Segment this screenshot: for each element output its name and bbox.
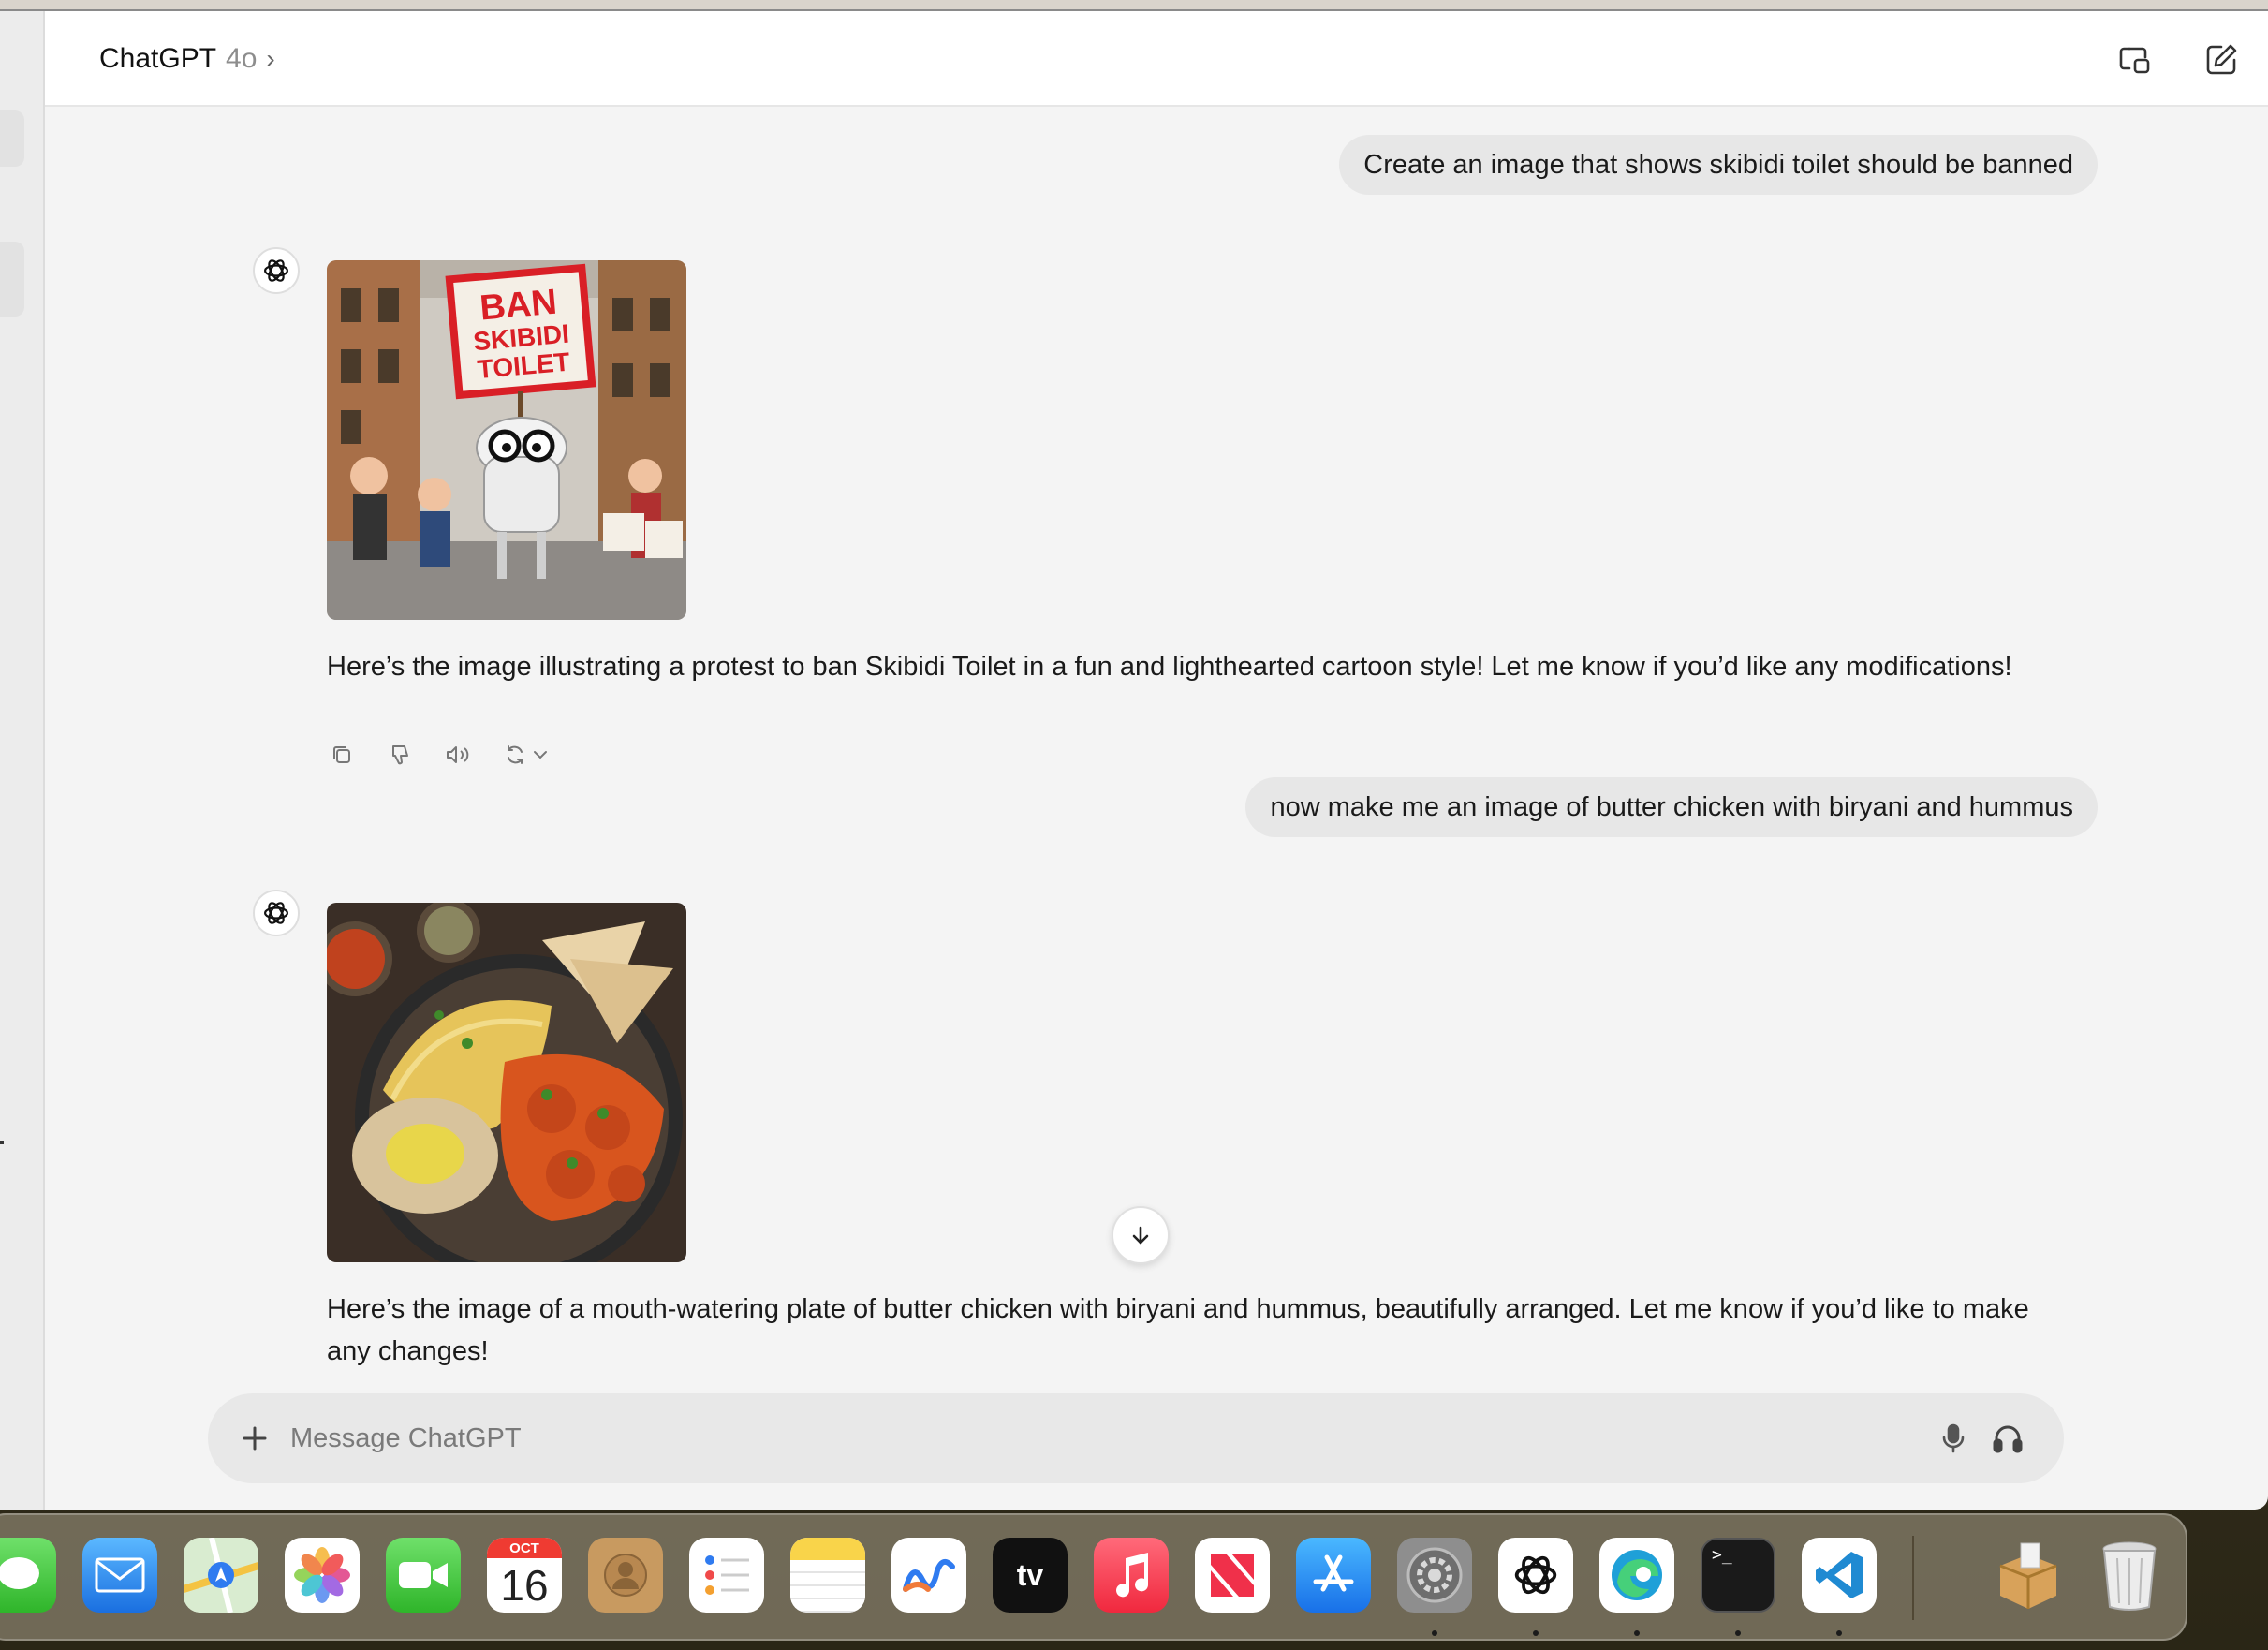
new-chat-icon[interactable] <box>2201 39 2242 81</box>
plus-icon[interactable] <box>234 1418 275 1459</box>
copy-icon[interactable] <box>327 740 357 770</box>
user-message: Create an image that shows skibidi toile… <box>1339 135 2098 195</box>
calendar-day: 16 <box>500 1561 549 1610</box>
dock-freeform-icon[interactable] <box>891 1538 966 1613</box>
chevron-down-icon <box>534 751 547 759</box>
assistant-message-text: Here’s the image of a mouth-watering pla… <box>327 1294 2029 1366</box>
dock-trash-icon[interactable] <box>2092 1538 2167 1613</box>
dock-archive-utility-icon[interactable] <box>1991 1538 2066 1613</box>
dock-maps-icon[interactable] <box>184 1538 258 1613</box>
headphones-icon[interactable] <box>1987 1418 2028 1459</box>
dock-reminders-icon[interactable] <box>689 1538 764 1613</box>
thumbs-down-icon[interactable] <box>385 740 415 770</box>
running-indicator <box>1533 1630 1539 1636</box>
model-selector[interactable]: ChatGPT 4o › <box>99 43 275 75</box>
assistant-message-text: Here’s the image illustrating a protest … <box>327 652 2012 682</box>
microphone-icon[interactable] <box>1933 1418 1974 1459</box>
dock-terminal-icon[interactable]: >_ <box>1701 1538 1775 1613</box>
apple-tv-label: tv <box>1016 1557 1044 1592</box>
running-indicator <box>1735 1630 1741 1636</box>
chatgpt-avatar-icon <box>253 890 300 936</box>
calendar-month: OCT <box>487 1538 562 1558</box>
title-bar: ChatGPT 4o › <box>45 11 2268 107</box>
new-window-icon[interactable] <box>2114 39 2156 81</box>
dock-calendar-icon[interactable]: OCT 16 <box>487 1538 562 1613</box>
chevron-right-icon: › <box>266 44 275 73</box>
dock-messages-icon[interactable] <box>0 1538 56 1613</box>
dock-photos-icon[interactable] <box>285 1538 360 1613</box>
dock-chatgpt-icon[interactable] <box>1498 1538 1573 1613</box>
running-indicator <box>1634 1630 1640 1636</box>
user-message: now make me an image of butter chicken w… <box>1245 777 2098 837</box>
dock-edge-icon[interactable] <box>1599 1538 1674 1613</box>
message-composer <box>208 1393 2064 1483</box>
running-indicator <box>1432 1630 1437 1636</box>
dock-system-settings-icon[interactable] <box>1397 1538 1472 1613</box>
message-actions <box>327 740 557 770</box>
generated-image-butter-chicken[interactable] <box>327 903 686 1262</box>
dock-apple-tv-icon[interactable]: tv <box>993 1538 1068 1613</box>
sidebar-collapsed <box>0 11 45 1510</box>
dock-notes-icon[interactable] <box>790 1538 865 1613</box>
conversation-area[interactable]: Create an image that shows skibidi toile… <box>45 107 2268 1374</box>
scroll-to-bottom-button[interactable] <box>1112 1206 1170 1264</box>
generated-image-protest[interactable]: BAN SKIBIDI TOILET <box>327 260 686 620</box>
terminal-prompt: >_ <box>1712 1545 1732 1565</box>
running-indicator <box>1836 1630 1842 1636</box>
model-name: 4o <box>226 43 258 74</box>
dock-mail-icon[interactable] <box>82 1538 157 1613</box>
dock-separator <box>1912 1536 1914 1620</box>
read-aloud-icon[interactable] <box>443 740 473 770</box>
dock-app-store-icon[interactable] <box>1296 1538 1371 1613</box>
dock-news-icon[interactable] <box>1195 1538 1270 1613</box>
menu-bar-strip <box>0 0 2268 11</box>
dock-music-icon[interactable] <box>1094 1538 1169 1613</box>
dock-facetime-icon[interactable] <box>386 1538 461 1613</box>
chatgpt-window: ChatGPT 4o › Create an image that shows … <box>0 11 2268 1510</box>
dock-vscode-icon[interactable] <box>1802 1538 1877 1613</box>
app-name: ChatGPT <box>99 43 217 74</box>
regenerate-icon[interactable] <box>501 740 557 770</box>
message-input[interactable] <box>290 1414 1789 1463</box>
dock-contacts-icon[interactable] <box>588 1538 663 1613</box>
chatgpt-avatar-icon <box>253 247 300 294</box>
